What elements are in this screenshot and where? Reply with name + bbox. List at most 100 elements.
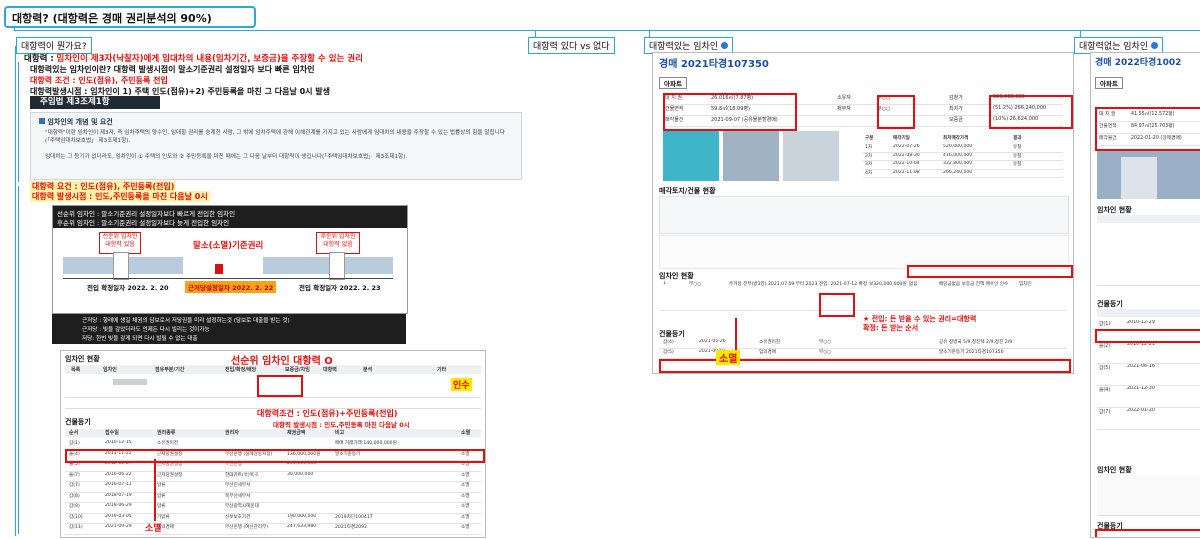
b3-tenant-cell: 주거용 전부(방3칸) 2021.07.09.부터 2023.07.09.까지 <box>729 282 817 287</box>
b3-history-cell: 2022-11-08 <box>893 169 920 175</box>
b3-registry-cell: 말소기준등기 2021타경107350 <box>939 350 1004 355</box>
b3-registry-cell: 2021-05-26 <box>699 339 726 344</box>
law-heading: 임차인의 개념 및 요건 <box>47 118 113 126</box>
b3-summary-cell: 보증금 <box>949 117 963 123</box>
b4-baseline-highlight <box>1095 329 1200 343</box>
doc-registry-cell: 2018-07-19 <box>105 492 132 498</box>
b3-history-cell: 520,000,000 <box>943 144 973 149</box>
house-right-icon <box>329 252 345 280</box>
doc-tenant-header: 전입/확정/배당 <box>225 367 257 373</box>
branch-with-power-label: 대항력있는 임차인 <box>649 42 719 52</box>
b3-registry-cell: 임의경매 <box>759 350 776 355</box>
b3-history-cell: 266,240,000 <box>943 169 973 175</box>
b3-summary-cell: 채무자 <box>837 106 851 112</box>
b3-history-cell: 4차 <box>865 170 873 176</box>
b4-registry-cell: 2022-01-20 <box>1127 408 1155 413</box>
doc-registry-cell: 갑(9) <box>69 504 80 509</box>
doc-condition: 대항력조건 : 인도(점유)+주민등록(전입) <box>257 409 398 418</box>
b3-tenant-cell: 전입: 2021-07-12 확정: 2021-05-31 배당: 없음 <box>819 282 867 287</box>
junior-tenant-box: 후순위 임차인 대항력 없음 <box>316 232 360 254</box>
b4-registry-cell: 을(2) <box>1099 344 1111 349</box>
root-topic[interactable]: 대항력? (대항력은 경매 권리분석의 90%) <box>4 6 256 28</box>
root-title: 대항력? (대항력은 경매 권리분석의 90%) <box>12 12 212 25</box>
doc-timing: 대항력 발생시점 : 인도,주민등록 마친 다음날 0시 <box>273 421 410 429</box>
doc-tenant-header: 임차인 <box>103 367 117 373</box>
b1-item-2: 대항력 조건 : 인도(점유), 주민등록 전입 <box>30 76 168 85</box>
down-arrow <box>154 459 156 521</box>
with-power-document: 경매 2021타경107350 아파트 대 지 권 26.016㎡(7.87평) 소… <box>652 52 1074 374</box>
b4-registry-row: 을(2) 2010-12-21 <box>1097 341 1200 364</box>
doc-registry-cell: 가압류 <box>157 514 170 520</box>
doc-registry-cell: 갑(8) <box>69 493 80 499</box>
b3-history-header: 구분 <box>865 136 874 141</box>
doc-registry-cell: 190,000,000 <box>287 513 317 519</box>
b3-tenant-cell: 1 <box>663 281 666 286</box>
b3-arrow <box>735 318 737 350</box>
b3-summary-cell: 소유자 <box>837 95 851 101</box>
info-icon <box>720 42 728 49</box>
b3-photo-3 <box>783 131 839 181</box>
b4-tenant-section: 임차인 현황 <box>1097 206 1132 214</box>
timeline-junior-line: 후순위 임차인 : 말소기준권리 설정일자보다 늦게 전입한 임차인 <box>57 219 230 227</box>
doc-registry-cell: 을(7) <box>69 472 80 478</box>
doc-registry-cell: 247,633,980 <box>287 524 317 529</box>
b4-registry-section: 건물등기 <box>1097 300 1123 308</box>
law-label: 주임법 제3조제1항 <box>40 97 110 107</box>
doc-registry-cell: 30,000,000 <box>287 471 314 477</box>
note-2: 근저당 : 빚을 갚았더라도 언제든 다시 빌리는 것이가능 <box>82 327 210 333</box>
doc-registry-cell: 소멸 <box>461 525 470 530</box>
masked-name <box>113 379 147 385</box>
doc-registry-header: 권리자 <box>225 430 239 436</box>
doc-registry-cell: 갑(1) <box>69 441 80 446</box>
senior-tenant-box: 선순위 임차인 대항력 있음 <box>99 232 141 254</box>
b3-extinct-label: 소멸 <box>716 350 741 365</box>
timeline-panel: 선순위 임차인 : 말소기준권리 설정일자보다 빠르게 전입한 임차인 후순위 … <box>52 205 408 314</box>
timeline-notes: 근저당 : 향래에 생길 채권의 담보로서 저당권을 미리 설정하는것 (담보로… <box>52 314 406 344</box>
b3-tenant-cell: 없음 <box>909 282 918 287</box>
b3-dates-highlight <box>819 293 855 317</box>
branch-vs[interactable]: 대항력 있다 vs 없다 <box>528 37 615 54</box>
doc-tenant-header: 보증금/차임 <box>285 367 310 373</box>
b4-type-badge: 아파트 <box>1095 77 1123 89</box>
b3-type-badge: 아파트 <box>659 77 687 89</box>
house-left-icon <box>113 252 129 280</box>
doc-registry-header: 접수일 <box>105 430 119 436</box>
b3-tenant-cell: 임차인 <box>1019 282 1032 287</box>
b4-building-icon <box>1121 157 1157 199</box>
b3-history-cell: 유찰 <box>1013 162 1022 167</box>
b3-history-cell: 2022-08-30 <box>893 152 920 158</box>
doc-registry-header: 권리종류 <box>157 430 176 436</box>
doc-registry-cell: 압류 <box>157 504 166 509</box>
b4-registry-cell: 갑(5) <box>1099 366 1111 371</box>
law-panel: 임차인의 개념 및 요건 "대항력"이란 임차인이 제3자, 즉 임차주택의 양… <box>30 112 522 180</box>
doc-registry-cell: 2021-09-29 <box>105 524 132 529</box>
doc-registry-cell: 신보보호기관 <box>225 514 251 520</box>
definition-label: 대항력 : <box>24 54 54 64</box>
b3-registry-cell: 공유 정병국 5/9,정진택 2/9,정진 2/9 <box>939 340 1013 345</box>
doc-registry-cell: 근저당권설정 <box>157 472 183 478</box>
b3-case-number: 경매 2021타경107350 <box>659 59 769 70</box>
b4-registry-cell: 2021-12-30 <box>1127 386 1155 391</box>
b3-tenant-cell: 부○○ <box>689 282 702 287</box>
b3-area-highlight <box>663 93 797 131</box>
timeline-date-left: 전입 확정일자 2022. 2. 20 <box>87 284 169 292</box>
branch-vs-label: 대항력 있다 vs 없다 <box>533 42 610 52</box>
b3-summary-cell: 감정가 <box>949 95 963 101</box>
doc-registry-cell: 압류 <box>157 493 166 499</box>
b3-registry-cell: 부○○ <box>819 340 832 345</box>
b3-tenant-cell: 보320,000,000원 <box>869 282 907 287</box>
b3-annotation: ★ 전입: 돈 받을 수 있는 권리=대항력 확정: 돈 받는 순서 <box>863 315 977 332</box>
b3-history-cell: 2차 <box>865 153 873 159</box>
b3-date-highlight <box>907 265 1073 278</box>
definition-text: 임차인이 제3자(낙찰자)에게 임대차의 내용(임차기간, 보증금)을 주장할 … <box>56 54 363 64</box>
senior-tenant-document: 임차인 현황 선순위 임차인 대항력 O 목록 임차인 점유부분/기간 전입/확정/배… <box>60 350 486 538</box>
doc-registry-cell: 북부산세무서 <box>225 493 251 499</box>
doc-registry-cell: 소멸 <box>461 472 470 478</box>
b4-registry-cell: 2010-12-29 <box>1127 320 1155 325</box>
b3-photo-2 <box>723 131 779 181</box>
b3-registry-cell: 갑(5) <box>663 350 674 355</box>
b1-item-1: 대항력있는 임차인이란? 대항력 발생시점이 말소기준권리 설정일자 보다 빠른… <box>30 65 315 74</box>
b3-registry-cell: 부○○ <box>819 350 832 355</box>
b4-registry-cell: 을(4) <box>1099 388 1111 393</box>
b4-registry-cell: 2021-06-16 <box>1127 364 1155 369</box>
